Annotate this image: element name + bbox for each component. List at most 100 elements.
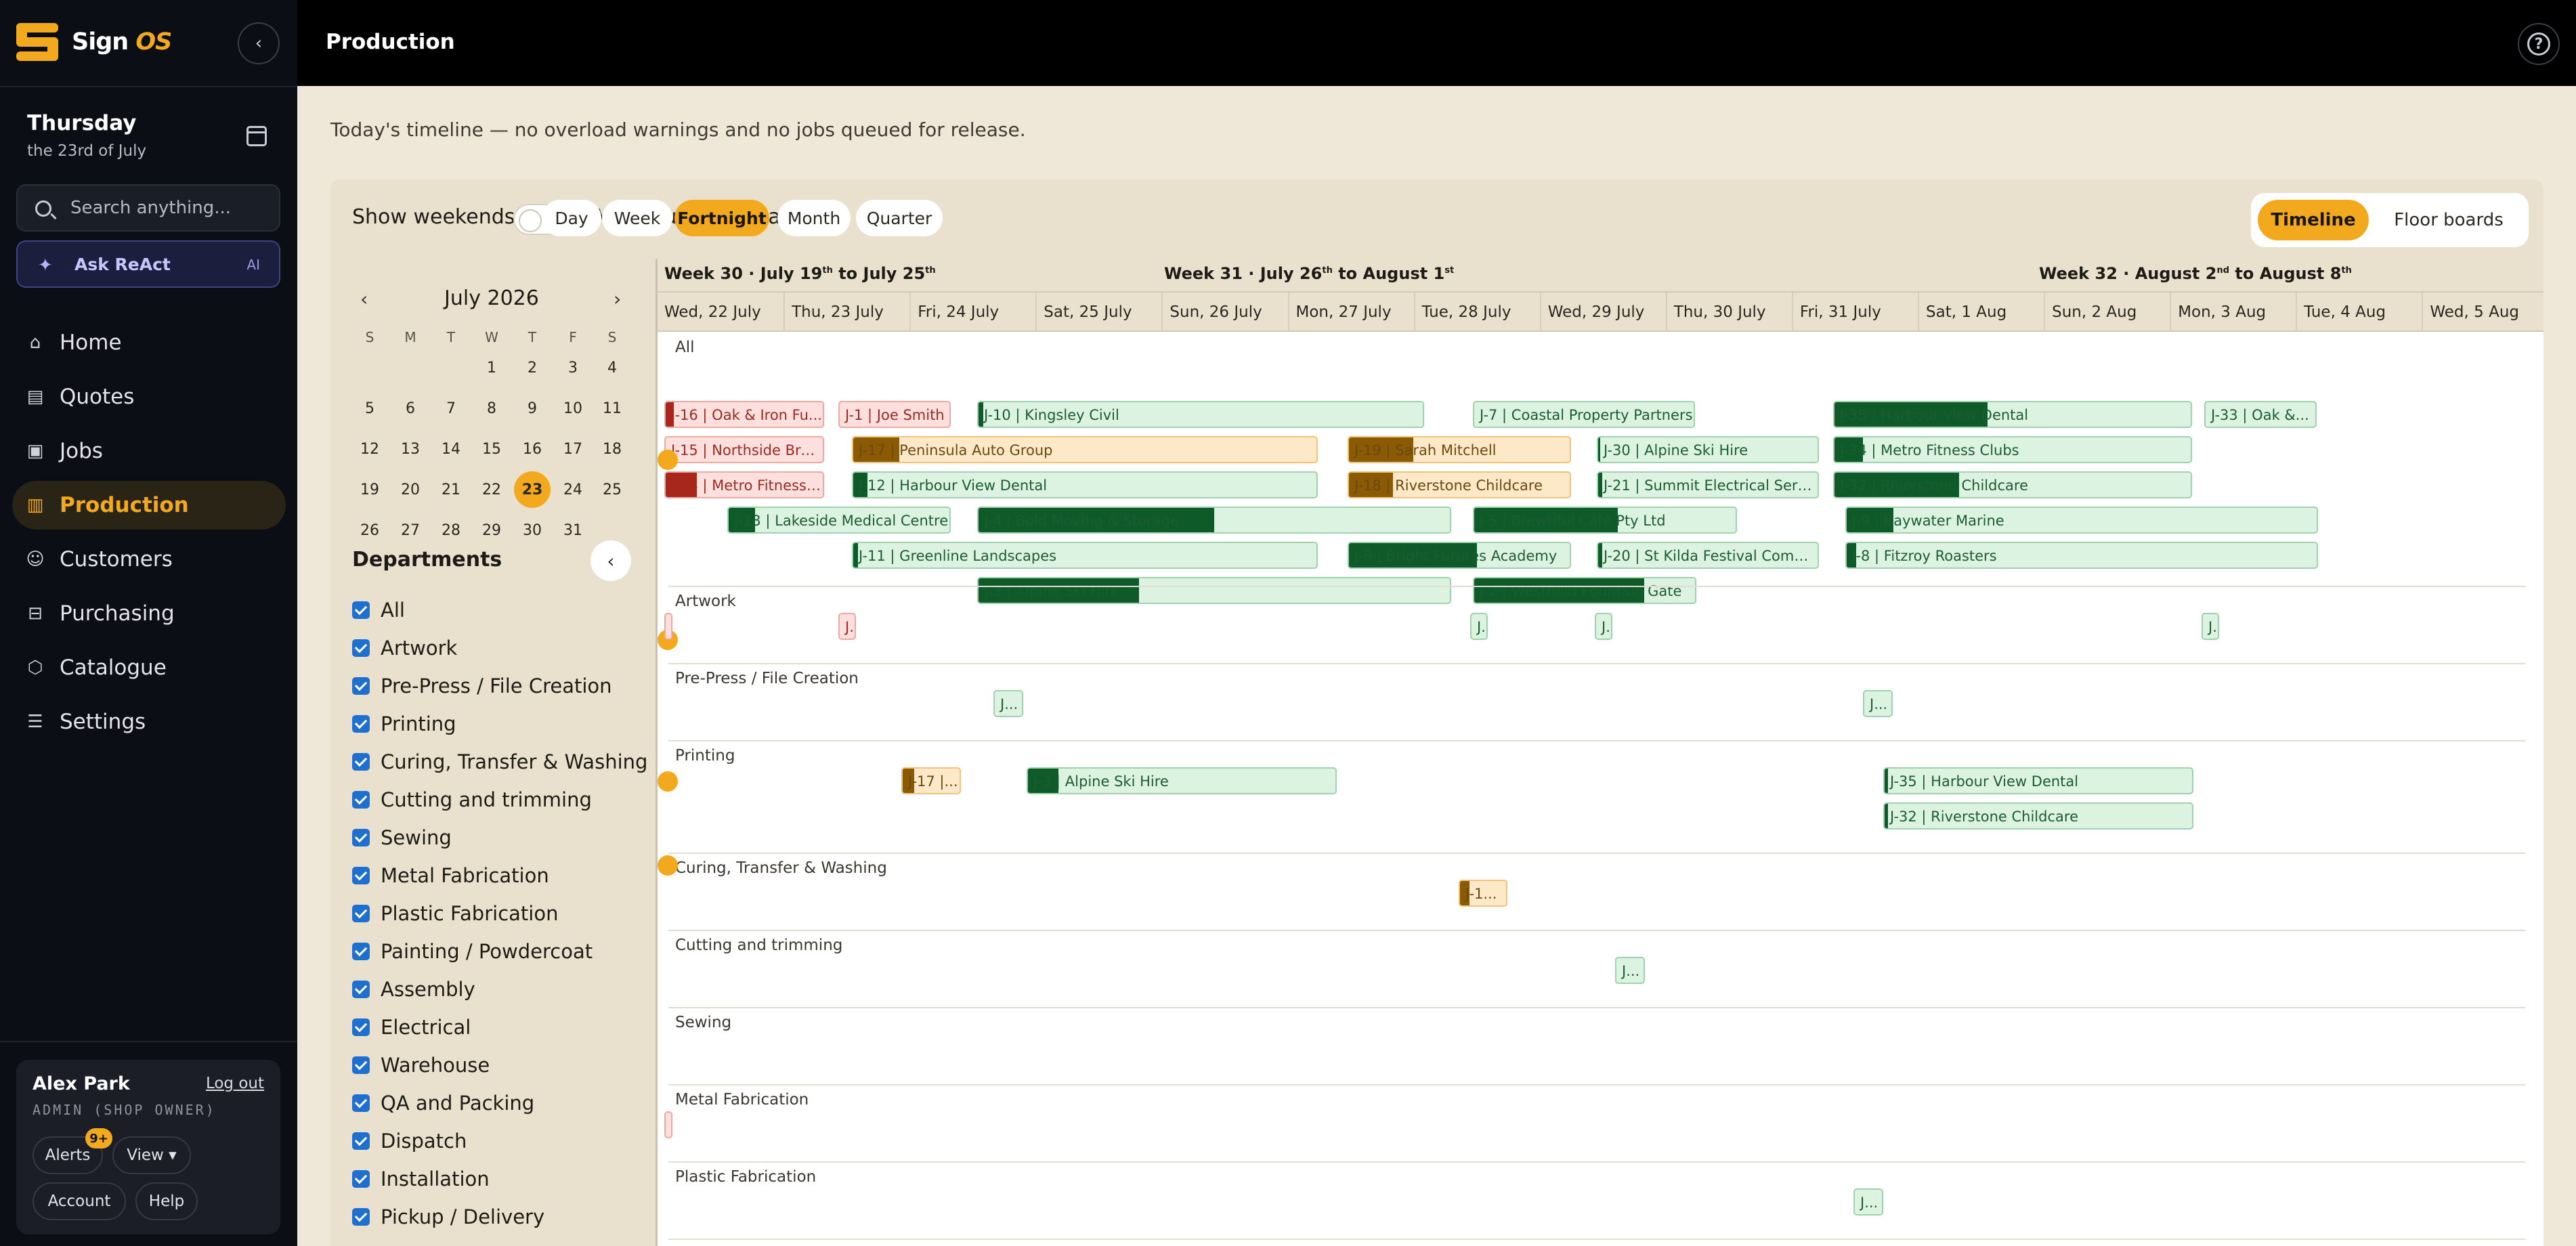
- job-bar[interactable]: J-35 | Harbour View Dental: [1833, 401, 2192, 428]
- job-bar[interactable]: J-4 | Bold Moving & Storage: [977, 507, 1451, 534]
- calendar-day[interactable]: 30: [513, 515, 551, 546]
- job-bar[interactable]: J-8 | Fitzroy Roasters: [1845, 542, 2318, 569]
- calendar-day[interactable]: 27: [391, 515, 429, 546]
- checkbox-checked-icon[interactable]: [352, 829, 370, 846]
- range-week-button[interactable]: Week: [602, 200, 672, 236]
- department-item[interactable]: Electrical: [352, 1014, 471, 1041]
- sidebar-item-customers[interactable]: ☺ Customers: [12, 535, 286, 584]
- job-bar[interactable]: J-15 | Northside Bre...: [664, 436, 824, 463]
- help-button[interactable]: Help: [135, 1182, 198, 1220]
- view-floor-boards-button[interactable]: Floor boards: [2376, 200, 2522, 240]
- range-month-button[interactable]: Month: [777, 200, 851, 236]
- job-bar[interactable]: J...: [1863, 690, 1893, 717]
- calendar-day[interactable]: 1: [473, 352, 511, 383]
- brand-logo[interactable]: Sign OS: [16, 23, 172, 61]
- calendar-day[interactable]: 16: [513, 433, 551, 465]
- checkbox-checked-icon[interactable]: [352, 753, 370, 771]
- department-item[interactable]: Pre-Press / File Creation: [352, 672, 612, 700]
- department-item[interactable]: Warehouse: [352, 1052, 490, 1079]
- sidebar-item-settings[interactable]: ☰ Settings: [12, 697, 286, 746]
- job-bar[interactable]: J-18 | Riverstone Childcare: [1348, 471, 1571, 498]
- job-bar[interactable]: J.: [838, 613, 856, 640]
- calendar-day[interactable]: 13: [391, 433, 429, 465]
- job-bar[interactable]: J-17 | Peninsula Auto Group: [852, 436, 1318, 463]
- view-menu-button[interactable]: View ▾: [112, 1136, 191, 1174]
- departments-collapse-button[interactable]: ‹: [591, 540, 631, 581]
- job-bar[interactable]: J-14 | Metro Fitness ...: [664, 471, 824, 498]
- job-bar[interactable]: J...: [993, 690, 1023, 717]
- checkbox-checked-icon[interactable]: [352, 1170, 370, 1188]
- job-bar[interactable]: J-16 | Oak & Iron Fu...: [664, 401, 824, 428]
- calendar-day[interactable]: 20: [391, 474, 429, 505]
- department-item[interactable]: Artwork: [352, 635, 457, 662]
- calendar-day[interactable]: 18: [593, 433, 631, 465]
- job-bar[interactable]: J-19 | Sarah Mitchell: [1348, 436, 1571, 463]
- job-bar[interactable]: J-6 | Bright Futures Academy: [1348, 542, 1571, 569]
- calendar-day[interactable]: 3: [554, 352, 592, 383]
- sidebar-item-home[interactable]: ⌂ Home: [12, 318, 286, 367]
- job-bar[interactable]: J-2 | Westfield Fountain Gate: [1473, 577, 1696, 604]
- calendar-day[interactable]: 15: [473, 433, 511, 465]
- logout-link[interactable]: Log out: [206, 1075, 264, 1092]
- job-bar[interactable]: J-33 | Oak &...: [2204, 401, 2317, 428]
- calendar-day[interactable]: 10: [554, 393, 592, 424]
- search-input[interactable]: Search anything...: [16, 184, 280, 232]
- job-bar[interactable]: J-12 | Harbour View Dental: [852, 471, 1318, 498]
- checkbox-checked-icon[interactable]: [352, 639, 370, 657]
- checkbox-checked-icon[interactable]: [352, 601, 370, 619]
- calendar-day[interactable]: 31: [554, 515, 592, 546]
- job-bar[interactable]: J-3 | Alpine Ski Hire: [1027, 767, 1337, 794]
- calendar-day[interactable]: 7: [432, 393, 470, 424]
- checkbox-checked-icon[interactable]: [352, 1208, 370, 1226]
- ask-react-button[interactable]: ✦ Ask ReAct AI: [16, 240, 280, 288]
- department-item[interactable]: All: [352, 597, 405, 624]
- checkbox-checked-icon[interactable]: [352, 1018, 370, 1036]
- checkbox-checked-icon[interactable]: [352, 1094, 370, 1112]
- sidebar-item-purchasing[interactable]: ⊟ Purchasing: [12, 589, 286, 638]
- checkbox-checked-icon[interactable]: [352, 905, 370, 922]
- job-bar[interactable]: J.: [1470, 613, 1488, 640]
- job-bar[interactable]: J-3 | Alpine Ski Hire: [977, 577, 1451, 604]
- job-bar[interactable]: [664, 613, 672, 640]
- job-bar[interactable]: J-9 | Baywater Marine: [1845, 507, 2318, 534]
- calendar-day[interactable]: 19: [351, 474, 389, 505]
- calendar-day[interactable]: 4: [593, 352, 631, 383]
- sidebar-item-production[interactable]: ▥ Production: [12, 481, 286, 530]
- calendar-day[interactable]: 6: [391, 393, 429, 424]
- calendar-next-button[interactable]: ›: [614, 288, 621, 310]
- job-bar[interactable]: J-17 |...: [901, 767, 961, 794]
- job-bar[interactable]: J-30 | Alpine Ski Hire: [1597, 436, 1819, 463]
- calendar-day[interactable]: 11: [593, 393, 631, 424]
- calendar-day[interactable]: 25: [593, 474, 631, 505]
- checkbox-checked-icon[interactable]: [352, 791, 370, 809]
- range-day-button[interactable]: Day: [542, 200, 601, 236]
- calendar-day[interactable]: 29: [473, 515, 511, 546]
- calendar-day[interactable]: 12: [351, 433, 389, 465]
- calendar-today[interactable]: 23: [514, 471, 551, 508]
- department-item[interactable]: Assembly: [352, 976, 475, 1003]
- department-item[interactable]: Curing, Transfer & Washing: [352, 748, 647, 775]
- job-bar[interactable]: J-13 | Lakeside Medical Centre: [727, 507, 951, 534]
- department-item[interactable]: Plastic Fabrication: [352, 900, 558, 927]
- department-item[interactable]: Sewing: [352, 824, 452, 851]
- job-bar[interactable]: J-10 | Kingsley Civil: [977, 401, 1424, 428]
- calendar-day[interactable]: 14: [432, 433, 470, 465]
- job-bar[interactable]: J-32 | Riverstone Childcare: [1833, 471, 2192, 498]
- job-bar[interactable]: J...: [1615, 957, 1645, 984]
- calendar-day[interactable]: 5: [351, 393, 389, 424]
- calendar-prev-button[interactable]: ‹: [360, 288, 368, 310]
- sidebar-item-jobs[interactable]: ▣ Jobs: [12, 427, 286, 475]
- calendar-icon[interactable]: [246, 126, 267, 146]
- view-timeline-button[interactable]: Timeline: [2258, 200, 2369, 240]
- calendar-day[interactable]: 2: [513, 352, 551, 383]
- job-bar[interactable]: J.: [2202, 613, 2219, 640]
- calendar-day[interactable]: 22: [473, 474, 511, 505]
- calendar-day[interactable]: 26: [351, 515, 389, 546]
- account-button[interactable]: Account: [33, 1182, 126, 1220]
- job-bar[interactable]: J...: [1853, 1188, 1883, 1216]
- calendar-day[interactable]: 21: [432, 474, 470, 505]
- department-item[interactable]: Cutting and trimming: [352, 786, 592, 813]
- range-quarter-button[interactable]: Quarter: [856, 200, 943, 236]
- calendar-day[interactable]: 9: [513, 393, 551, 424]
- calendar-day[interactable]: 17: [554, 433, 592, 465]
